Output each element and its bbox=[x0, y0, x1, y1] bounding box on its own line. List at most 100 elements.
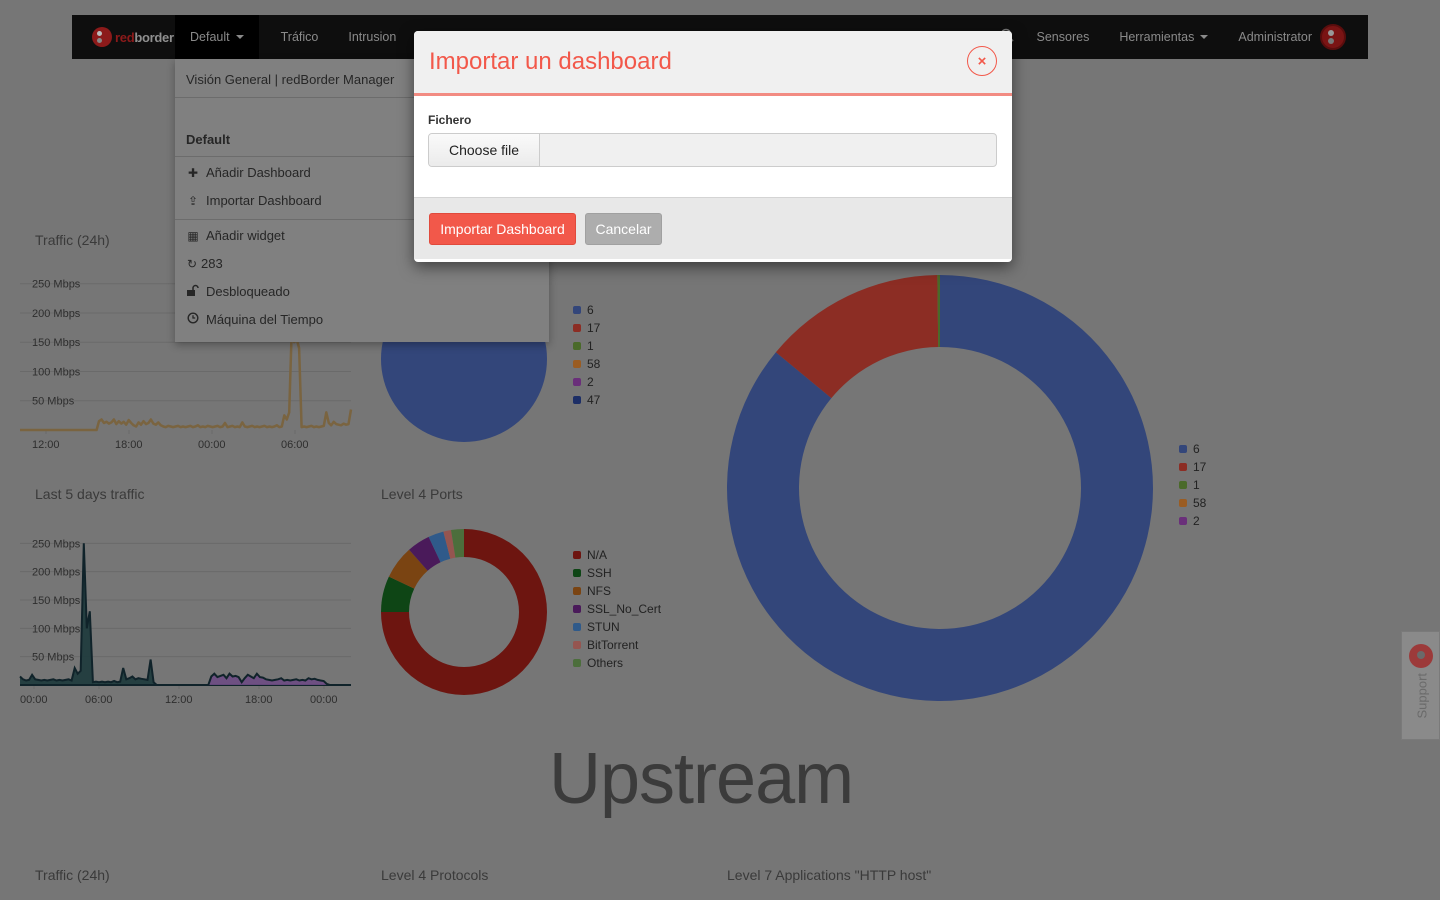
import-dashboard-button[interactable]: Importar Dashboard bbox=[429, 213, 576, 245]
legend-swatch bbox=[573, 587, 581, 595]
legend-item[interactable]: 6 bbox=[1179, 440, 1206, 458]
widget-title-last-5-days: Last 5 days traffic bbox=[35, 486, 145, 502]
legend-swatch bbox=[573, 641, 581, 649]
legend-item[interactable]: NFS bbox=[573, 582, 661, 600]
support-logo-icon bbox=[1409, 644, 1433, 668]
legend-item[interactable]: 2 bbox=[1179, 512, 1206, 530]
legend-label: SSH bbox=[587, 566, 612, 580]
widget-title-l7-http-host: Level 7 Applications "HTTP host" bbox=[727, 867, 932, 883]
nav-trafico-label: Tráfico bbox=[280, 30, 319, 44]
legend-label: NFS bbox=[587, 584, 611, 598]
caret-down-icon bbox=[235, 35, 244, 39]
legend-item[interactable]: SSH bbox=[573, 564, 661, 582]
close-icon[interactable]: × bbox=[967, 46, 997, 76]
file-input[interactable]: Choose file bbox=[428, 133, 997, 167]
dropdown-overview-link[interactable]: Visión General | redBorder Manager bbox=[186, 72, 394, 87]
caret-down-icon bbox=[1200, 35, 1209, 39]
section-heading-upstream: Upstream bbox=[549, 739, 854, 819]
menu-item-import-dashboard[interactable]: ⇪ Importar Dashboard bbox=[186, 193, 322, 208]
selected-file-name bbox=[540, 134, 996, 166]
legend-item[interactable]: 17 bbox=[1179, 458, 1206, 476]
support-tab[interactable]: Support bbox=[1401, 631, 1440, 740]
nav-trafico[interactable]: Tráfico bbox=[259, 15, 334, 59]
choose-file-button[interactable]: Choose file bbox=[429, 134, 540, 166]
widget-title-traffic-24h: Traffic (24h) bbox=[35, 232, 110, 248]
brand-text-red: red bbox=[115, 29, 135, 45]
widget-title-l4-protocols: Level 4 Protocols bbox=[381, 867, 489, 883]
legend-item[interactable]: 2 bbox=[573, 373, 600, 391]
import-dashboard-modal: Importar un dashboard × Fichero Choose f… bbox=[414, 31, 1012, 262]
last-5-days-chart: 50 Mbps 100 Mbps 150 Mbps 200 Mbps 250 Mbps 0… bbox=[19, 538, 351, 706]
clock-icon bbox=[186, 312, 200, 327]
y-tick-label: 100 Mbps bbox=[32, 366, 81, 378]
menu-item-label: Añadir Dashboard bbox=[206, 165, 311, 180]
legend-item[interactable]: 58 bbox=[1179, 494, 1206, 512]
nav-administrator-label: Administrator bbox=[1238, 30, 1312, 44]
menu-item-label: Añadir widget bbox=[206, 228, 285, 243]
y-tick-label: 200 Mbps bbox=[32, 567, 81, 579]
legend-item[interactable]: SSL_No_Cert bbox=[573, 600, 661, 618]
menu-item-label: 283 bbox=[201, 256, 223, 271]
line-series-a bbox=[19, 543, 351, 686]
user-avatar[interactable] bbox=[1320, 24, 1346, 50]
nav-intrusion-label: Intrusion bbox=[348, 30, 397, 44]
legend-swatch bbox=[573, 605, 581, 613]
legend-item[interactable]: Others bbox=[573, 654, 661, 672]
modal-header: Importar un dashboard × bbox=[414, 31, 1012, 96]
menu-item-label: Importar Dashboard bbox=[206, 193, 322, 208]
legend-swatch bbox=[1179, 481, 1187, 489]
legend-item[interactable]: 58 bbox=[573, 355, 600, 373]
nav-herramientas-dropdown[interactable]: Herramientas bbox=[1104, 15, 1223, 59]
x-tick-label: 18:00 bbox=[245, 694, 273, 706]
nav-sensores[interactable]: Sensores bbox=[1022, 15, 1105, 59]
nav-default-dropdown[interactable]: Default bbox=[175, 15, 259, 59]
legend-swatch bbox=[573, 551, 581, 559]
menu-item-refresh-interval[interactable]: ↻ 283 bbox=[186, 256, 223, 271]
menu-item-add-widget[interactable]: ▦ Añadir widget bbox=[186, 228, 285, 243]
legend-label: BitTorrent bbox=[587, 638, 639, 652]
menu-item-unlocked[interactable]: Desbloqueado bbox=[186, 284, 290, 299]
menu-item-add-dashboard[interactable]: ✚ Añadir Dashboard bbox=[186, 165, 311, 180]
y-tick-label: 250 Mbps bbox=[32, 538, 81, 550]
x-tick-label: 18:00 bbox=[115, 439, 143, 451]
x-tick-label: 00:00 bbox=[310, 694, 338, 706]
legend-label: Others bbox=[587, 656, 624, 670]
y-tick-label: 50 Mbps bbox=[32, 396, 75, 408]
modal-title: Importar un dashboard bbox=[429, 48, 672, 75]
x-tick-label: 00:00 bbox=[20, 694, 48, 706]
unlock-icon bbox=[186, 284, 200, 299]
legend-swatch bbox=[1179, 499, 1187, 507]
cancel-button[interactable]: Cancelar bbox=[585, 213, 662, 245]
nav-intrusion[interactable]: Intrusion bbox=[333, 15, 411, 59]
nav-administrator[interactable]: Administrator bbox=[1223, 15, 1316, 59]
large-donut-legend: 6 17 1 58 2 bbox=[1179, 440, 1206, 530]
legend-item[interactable]: N/A bbox=[573, 546, 661, 564]
menu-item-time-machine[interactable]: Máquina del Tiempo bbox=[186, 312, 323, 327]
nav-herramientas-label: Herramientas bbox=[1119, 30, 1195, 44]
legend-label: 17 bbox=[1193, 460, 1207, 474]
x-tick-label: 00:00 bbox=[198, 439, 226, 451]
brand-logo[interactable]: redborder bbox=[72, 15, 175, 59]
legend-item[interactable]: 1 bbox=[1179, 476, 1206, 494]
legend-swatch bbox=[573, 396, 581, 404]
legend-swatch bbox=[1179, 445, 1187, 453]
menu-item-label: Máquina del Tiempo bbox=[206, 312, 324, 327]
file-field-label: Fichero bbox=[428, 113, 472, 127]
legend-item[interactable]: 17 bbox=[573, 319, 600, 337]
legend-swatch bbox=[573, 306, 581, 314]
legend-item[interactable]: BitTorrent bbox=[573, 636, 661, 654]
support-label: Support bbox=[1414, 672, 1430, 719]
modal-footer: Importar Dashboard Cancelar bbox=[414, 197, 1012, 259]
legend-item[interactable]: 1 bbox=[573, 337, 600, 355]
legend-swatch bbox=[573, 659, 581, 667]
y-tick-label: 250 Mbps bbox=[32, 279, 81, 291]
legend-label: STUN bbox=[587, 620, 620, 634]
legend-swatch bbox=[1179, 517, 1187, 525]
legend-label: 6 bbox=[1193, 442, 1200, 456]
x-tick-label: 06:00 bbox=[281, 439, 309, 451]
x-tick-label: 06:00 bbox=[85, 694, 113, 706]
y-tick-label: 150 Mbps bbox=[32, 337, 81, 349]
legend-item[interactable]: STUN bbox=[573, 618, 661, 636]
legend-item[interactable]: 47 bbox=[573, 391, 600, 409]
legend-item[interactable]: 6 bbox=[573, 301, 600, 319]
